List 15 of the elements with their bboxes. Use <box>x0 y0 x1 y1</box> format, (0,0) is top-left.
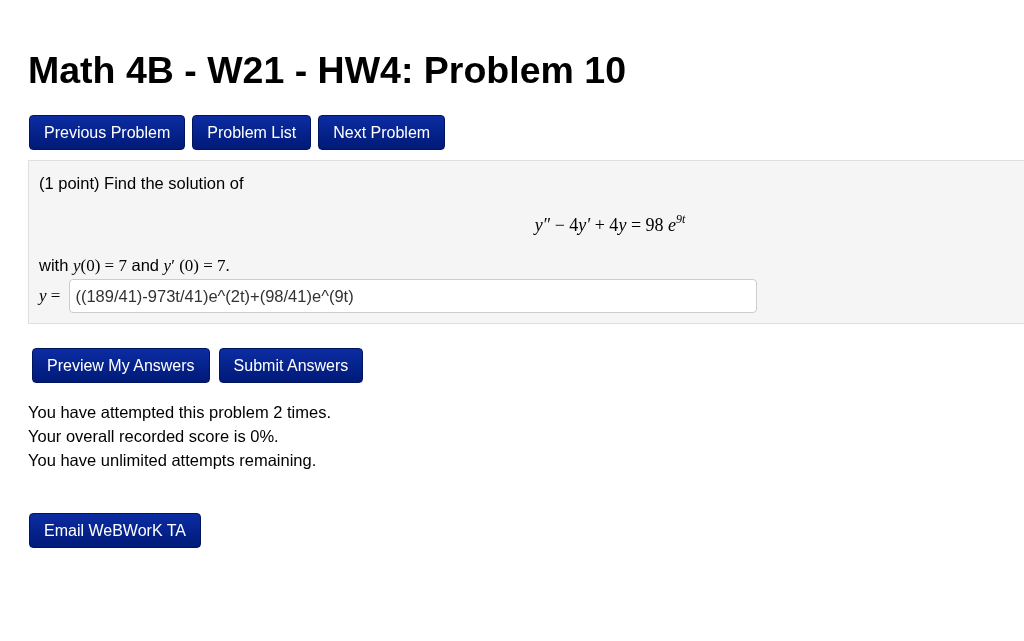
equation-text: y″ − 4y′ + 4y = 98 e$^{9t}$ <box>534 215 686 235</box>
status-message: You have unlimited attempts remaining. <box>28 450 318 471</box>
status-message: Your overall recorded score is 0%. <box>28 426 280 447</box>
page-title: Math 4B - W21 - HW4: Problem 10 <box>28 50 627 90</box>
email-ta-button[interactable]: Email WeBWorK TA <box>29 513 201 548</box>
status-message: You have attempted this problem 2 times. <box>28 402 332 423</box>
answer-action-button[interactable]: Submit Answers <box>218 348 364 383</box>
conditions-text: with y(0) = 7 and y′ (0) = 7. <box>39 256 230 274</box>
answer-label: y = <box>39 286 61 306</box>
nav-button[interactable]: Next Problem <box>318 115 446 150</box>
answer-action-button[interactable]: Preview My Answers <box>32 348 210 383</box>
nav-button[interactable]: Problem List <box>192 115 312 150</box>
problem-text: (1 point) Find the solution of <box>39 173 245 193</box>
answer-field[interactable]: ((189/41)-973t/41)e^(2t)+(98/41)e^(9t) <box>69 279 758 313</box>
nav-button[interactable]: Previous Problem <box>29 115 186 150</box>
